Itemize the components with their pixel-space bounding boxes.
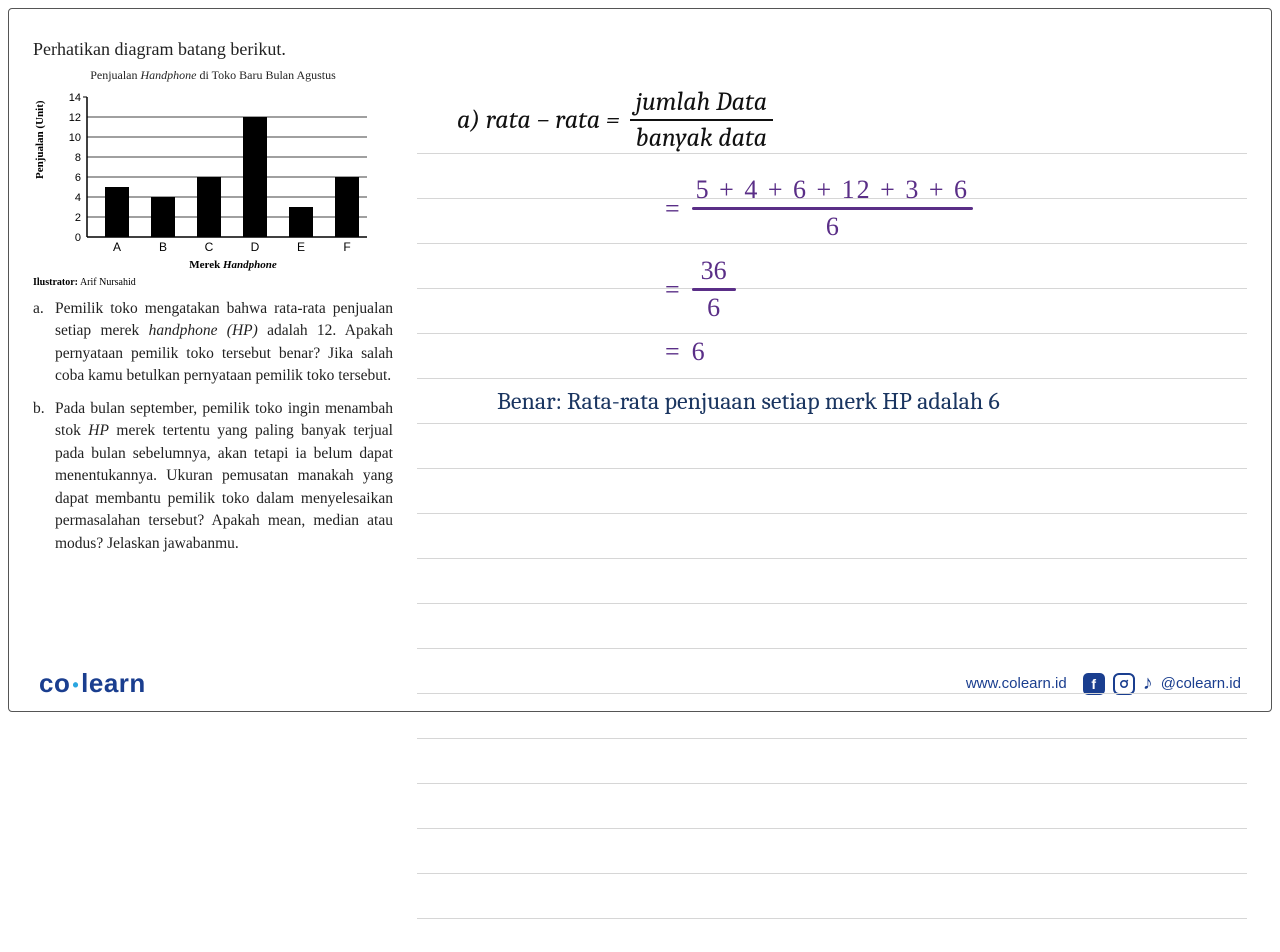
- social-links: f ♪ @colearn.id: [1083, 673, 1241, 695]
- question-a: a. Pemilik toko mengatakan bahwa rata-ra…: [33, 298, 393, 388]
- svg-text:E: E: [297, 240, 305, 254]
- svg-text:B: B: [159, 240, 167, 254]
- tiktok-icon[interactable]: ♪: [1143, 673, 1153, 695]
- chart-title: Penjualan Handphone di Toko Baru Bulan A…: [33, 68, 393, 83]
- social-handle[interactable]: @colearn.id: [1161, 675, 1241, 692]
- svg-text:14: 14: [69, 92, 81, 104]
- formula-definition: a) rata − rata = jumlah Data banyak data: [457, 87, 1247, 153]
- website-url[interactable]: www.colearn.id: [966, 675, 1067, 692]
- svg-text:A: A: [113, 240, 121, 254]
- step-2: = 36 6: [665, 256, 1247, 323]
- svg-text:4: 4: [75, 192, 81, 204]
- svg-text:10: 10: [69, 132, 81, 144]
- question-b: b. Pada bulan september, pemilik toko in…: [33, 398, 393, 555]
- question-a-text: Pemilik toko mengatakan bahwa rata-rata …: [55, 298, 393, 388]
- svg-text:D: D: [251, 240, 260, 254]
- formula-fraction: jumlah Data banyak data: [630, 87, 773, 153]
- brand-logo: co•learn: [39, 668, 146, 699]
- intro-text: Perhatikan diagram batang berikut.: [33, 39, 393, 60]
- step-3: = 6: [665, 337, 1247, 367]
- svg-text:C: C: [205, 240, 214, 254]
- svg-text:12: 12: [69, 112, 81, 124]
- solution-panel: a) rata − rata = jumlah Data banyak data…: [417, 39, 1247, 652]
- chart-ylabel: Penjualan (Unit): [34, 165, 46, 179]
- chart-xlabel: Merek Handphone: [73, 259, 393, 271]
- footer-right: www.colearn.id f ♪ @colearn.id: [966, 673, 1241, 695]
- page-frame: Perhatikan diagram batang berikut. Penju…: [8, 8, 1272, 712]
- footer: co•learn www.colearn.id f ♪ @colearn.id: [33, 660, 1247, 701]
- step-1: = 5 + 4 + 6 + 12 + 3 + 6 6: [665, 175, 1247, 242]
- svg-text:F: F: [343, 240, 350, 254]
- question-panel: Perhatikan diagram batang berikut. Penju…: [33, 39, 393, 652]
- illustrator-credit: Ilustrator: Arif Nursahid: [33, 277, 393, 288]
- question-b-text: Pada bulan september, pemilik toko ingin…: [55, 398, 393, 555]
- svg-text:0: 0: [75, 232, 81, 244]
- instagram-icon[interactable]: [1113, 673, 1135, 695]
- bar-chart: 0 2 4 6 8 10 12 14: [47, 87, 377, 257]
- question-list: a. Pemilik toko mengatakan bahwa rata-ra…: [33, 298, 393, 555]
- svg-text:2: 2: [75, 212, 81, 224]
- svg-text:6: 6: [75, 172, 81, 184]
- chart-area: Penjualan (Unit) 0 2 4 6: [33, 87, 393, 257]
- conclusion-text: Benar: Rata-rata penjuaan setiap merk HP…: [497, 387, 1247, 415]
- dot-icon: •: [72, 675, 79, 696]
- svg-text:8: 8: [75, 152, 81, 164]
- facebook-icon[interactable]: f: [1083, 673, 1105, 695]
- x-ticks: A B C D E F: [113, 240, 351, 254]
- content-row: Perhatikan diagram batang berikut. Penju…: [33, 39, 1247, 652]
